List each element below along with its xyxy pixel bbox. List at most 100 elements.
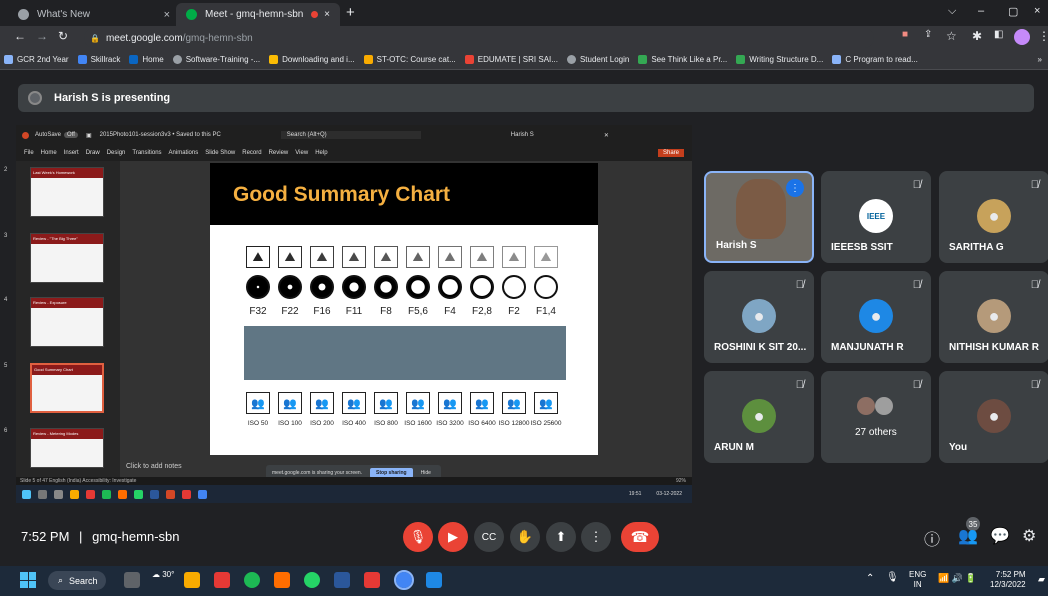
system-clock[interactable]: 7:52 PM 12/3/2022 xyxy=(990,570,1026,590)
ppt-search[interactable]: Search (Alt+Q) xyxy=(280,131,421,139)
bookmark[interactable]: Student Login xyxy=(566,55,629,64)
menu-review[interactable]: Review xyxy=(269,150,289,156)
wifi-volume-battery-icon[interactable]: 📶 🔊 🔋 xyxy=(938,573,977,584)
tab-search-icon[interactable]: ⌵ xyxy=(948,5,956,18)
menu-design[interactable]: Design xyxy=(107,150,126,156)
mic-tray-icon[interactable]: 🎙 xyxy=(886,572,899,583)
menu-icon[interactable]: ⋮ xyxy=(1038,29,1048,43)
autosave-toggle[interactable]: Off xyxy=(64,132,78,138)
mic-off-button[interactable]: 🎙 xyxy=(403,522,433,552)
captions-button[interactable]: CC xyxy=(474,522,504,552)
zoom-level[interactable]: 92% xyxy=(676,478,686,484)
close-window-button[interactable]: × xyxy=(1034,5,1040,17)
menu-view[interactable]: View xyxy=(295,150,308,156)
taskbar-search[interactable]: ⌕ Search xyxy=(48,571,106,590)
whatsapp-icon[interactable] xyxy=(304,572,320,588)
maximize-button[interactable]: ▢ xyxy=(1008,5,1018,18)
present-button[interactable]: ⬆ xyxy=(546,522,576,552)
raise-hand-button[interactable]: ✋ xyxy=(510,522,540,552)
bookmark[interactable]: See Think Like a Pr... xyxy=(638,55,727,64)
slide-thumbnail[interactable]: Review - Exposure xyxy=(30,297,104,347)
bookmark[interactable]: Home xyxy=(129,55,164,64)
participant-tile[interactable]: 🎙̸ ● MANJUNATH R xyxy=(821,271,931,363)
bookmarks-overflow[interactable]: » xyxy=(1038,55,1042,64)
bookmark-star-icon[interactable]: ☆ xyxy=(946,29,957,43)
leave-call-button[interactable]: ☎ xyxy=(621,522,659,552)
app-icon[interactable] xyxy=(214,572,230,588)
share-icon[interactable]: ⇪ xyxy=(924,29,932,40)
back-icon[interactable]: ← xyxy=(14,29,26,43)
tray-overflow-icon[interactable]: ⌃ xyxy=(866,573,874,584)
meeting-details-icon[interactable]: ⓘ xyxy=(924,526,940,550)
speaking-icon: ⋮ xyxy=(786,179,804,197)
menu-home[interactable]: Home xyxy=(41,150,57,156)
hide-button[interactable]: Hide xyxy=(421,470,431,476)
self-tile[interactable]: 🎙̸ ● You xyxy=(939,371,1048,463)
iso-noise-icon: 👥 xyxy=(246,392,270,414)
camera-off-button[interactable]: ▶ xyxy=(438,522,468,552)
bookmark[interactable]: Writing Structure D... xyxy=(736,55,823,64)
side-panel-icon[interactable]: ◧ xyxy=(994,29,1003,40)
ppt-share-button[interactable]: Share xyxy=(657,149,684,157)
bookmark[interactable]: ST-OTC: Course cat... xyxy=(363,55,456,64)
participant-tile[interactable]: 🎙̸ ● ROSHINI K SIT 20... xyxy=(704,271,814,363)
camera-indicator-icon[interactable]: ■ xyxy=(902,29,908,40)
slide-thumbnail[interactable]: Review - Metering Modes xyxy=(30,428,104,468)
participant-tile[interactable]: 🎙̸ ● NITHISH KUMAR R xyxy=(939,271,1048,363)
notepad-icon[interactable] xyxy=(426,572,442,588)
slide-thumbnail[interactable]: Review - "The Big Three" xyxy=(30,233,104,283)
bookmark[interactable]: Skillrack xyxy=(77,55,120,64)
chat-icon[interactable]: 💬 xyxy=(990,526,1010,546)
weather-widget[interactable]: ☁ 30° xyxy=(152,570,174,579)
task-view-icon[interactable] xyxy=(124,572,140,588)
ppt-close-icon[interactable]: ✕ xyxy=(604,132,609,139)
word-icon[interactable] xyxy=(334,572,350,588)
participant-tile[interactable]: 🎙̸ IEEE IEEESB SSIT xyxy=(821,171,931,263)
bookmark[interactable]: EDUMATE | SRI SAI... xyxy=(464,55,558,64)
profile-avatar[interactable] xyxy=(1014,29,1030,45)
forward-icon[interactable]: → xyxy=(36,29,48,43)
menu-slide-show[interactable]: Slide Show xyxy=(205,150,235,156)
bookmark[interactable]: GCR 2nd Year xyxy=(4,55,69,64)
others-tile[interactable]: 🎙̸ 27 others xyxy=(821,371,931,463)
brave-icon[interactable] xyxy=(274,572,290,588)
menu-insert[interactable]: Insert xyxy=(64,150,79,156)
chrome-icon[interactable] xyxy=(394,570,414,590)
slide-thumbnail-selected[interactable]: Good Summary Chart xyxy=(30,363,104,413)
save-icon[interactable]: ▣ xyxy=(86,132,92,139)
minimize-button[interactable]: – xyxy=(978,5,984,17)
acrobat-icon[interactable] xyxy=(364,572,380,588)
participant-tile[interactable]: 🎙̸ ● ARUN M xyxy=(704,371,814,463)
windows-start-icon[interactable] xyxy=(20,572,36,588)
menu-record[interactable]: Record xyxy=(242,150,261,156)
bookmark[interactable]: Downloading and i... xyxy=(269,55,355,64)
address-bar[interactable]: 🔒 meet.google.com/gmq-hemn-sbn xyxy=(84,28,874,48)
notification-icon[interactable]: ▰ xyxy=(1038,574,1045,585)
spotify-icon[interactable] xyxy=(244,572,260,588)
extensions-icon[interactable]: ✱ xyxy=(972,29,982,43)
participant-tile-harish[interactable]: ⋮ Harish S xyxy=(704,171,814,263)
menu-draw[interactable]: Draw xyxy=(86,150,100,156)
mic-off-icon: 🎙̸ xyxy=(1030,179,1039,191)
participant-tile[interactable]: 🎙̸ ● SARITHA G xyxy=(939,171,1048,263)
bookmark[interactable]: C Program to read... xyxy=(832,55,918,64)
file-explorer-icon[interactable] xyxy=(184,572,200,588)
reload-icon[interactable]: ↻ xyxy=(58,29,68,43)
slide-thumbnail[interactable]: Last Week's Homework xyxy=(30,167,104,217)
close-tab-icon[interactable]: × xyxy=(324,9,330,20)
meeting-info: 7:52 PM | gmq-hemn-sbn xyxy=(21,529,180,544)
menu-animations[interactable]: Animations xyxy=(169,150,199,156)
tab-whats-new[interactable]: What's New × xyxy=(8,3,180,26)
close-tab-icon[interactable]: × xyxy=(164,9,170,21)
activities-icon[interactable]: ⚙ xyxy=(1022,526,1036,546)
more-options-button[interactable]: ⋮ xyxy=(581,522,611,552)
language-indicator[interactable]: ENG IN xyxy=(909,570,926,590)
new-tab-button[interactable]: + xyxy=(346,4,355,21)
menu-help[interactable]: Help xyxy=(315,150,327,156)
notes-placeholder[interactable]: Click to add notes xyxy=(126,463,182,470)
people-icon[interactable]: 👥 xyxy=(958,526,978,546)
bookmark[interactable]: Software-Training -... xyxy=(172,55,260,64)
tab-meet[interactable]: Meet - gmq-hemn-sbn × xyxy=(176,3,340,26)
menu-file[interactable]: File xyxy=(24,150,34,156)
menu-transitions[interactable]: Transitions xyxy=(132,150,161,156)
